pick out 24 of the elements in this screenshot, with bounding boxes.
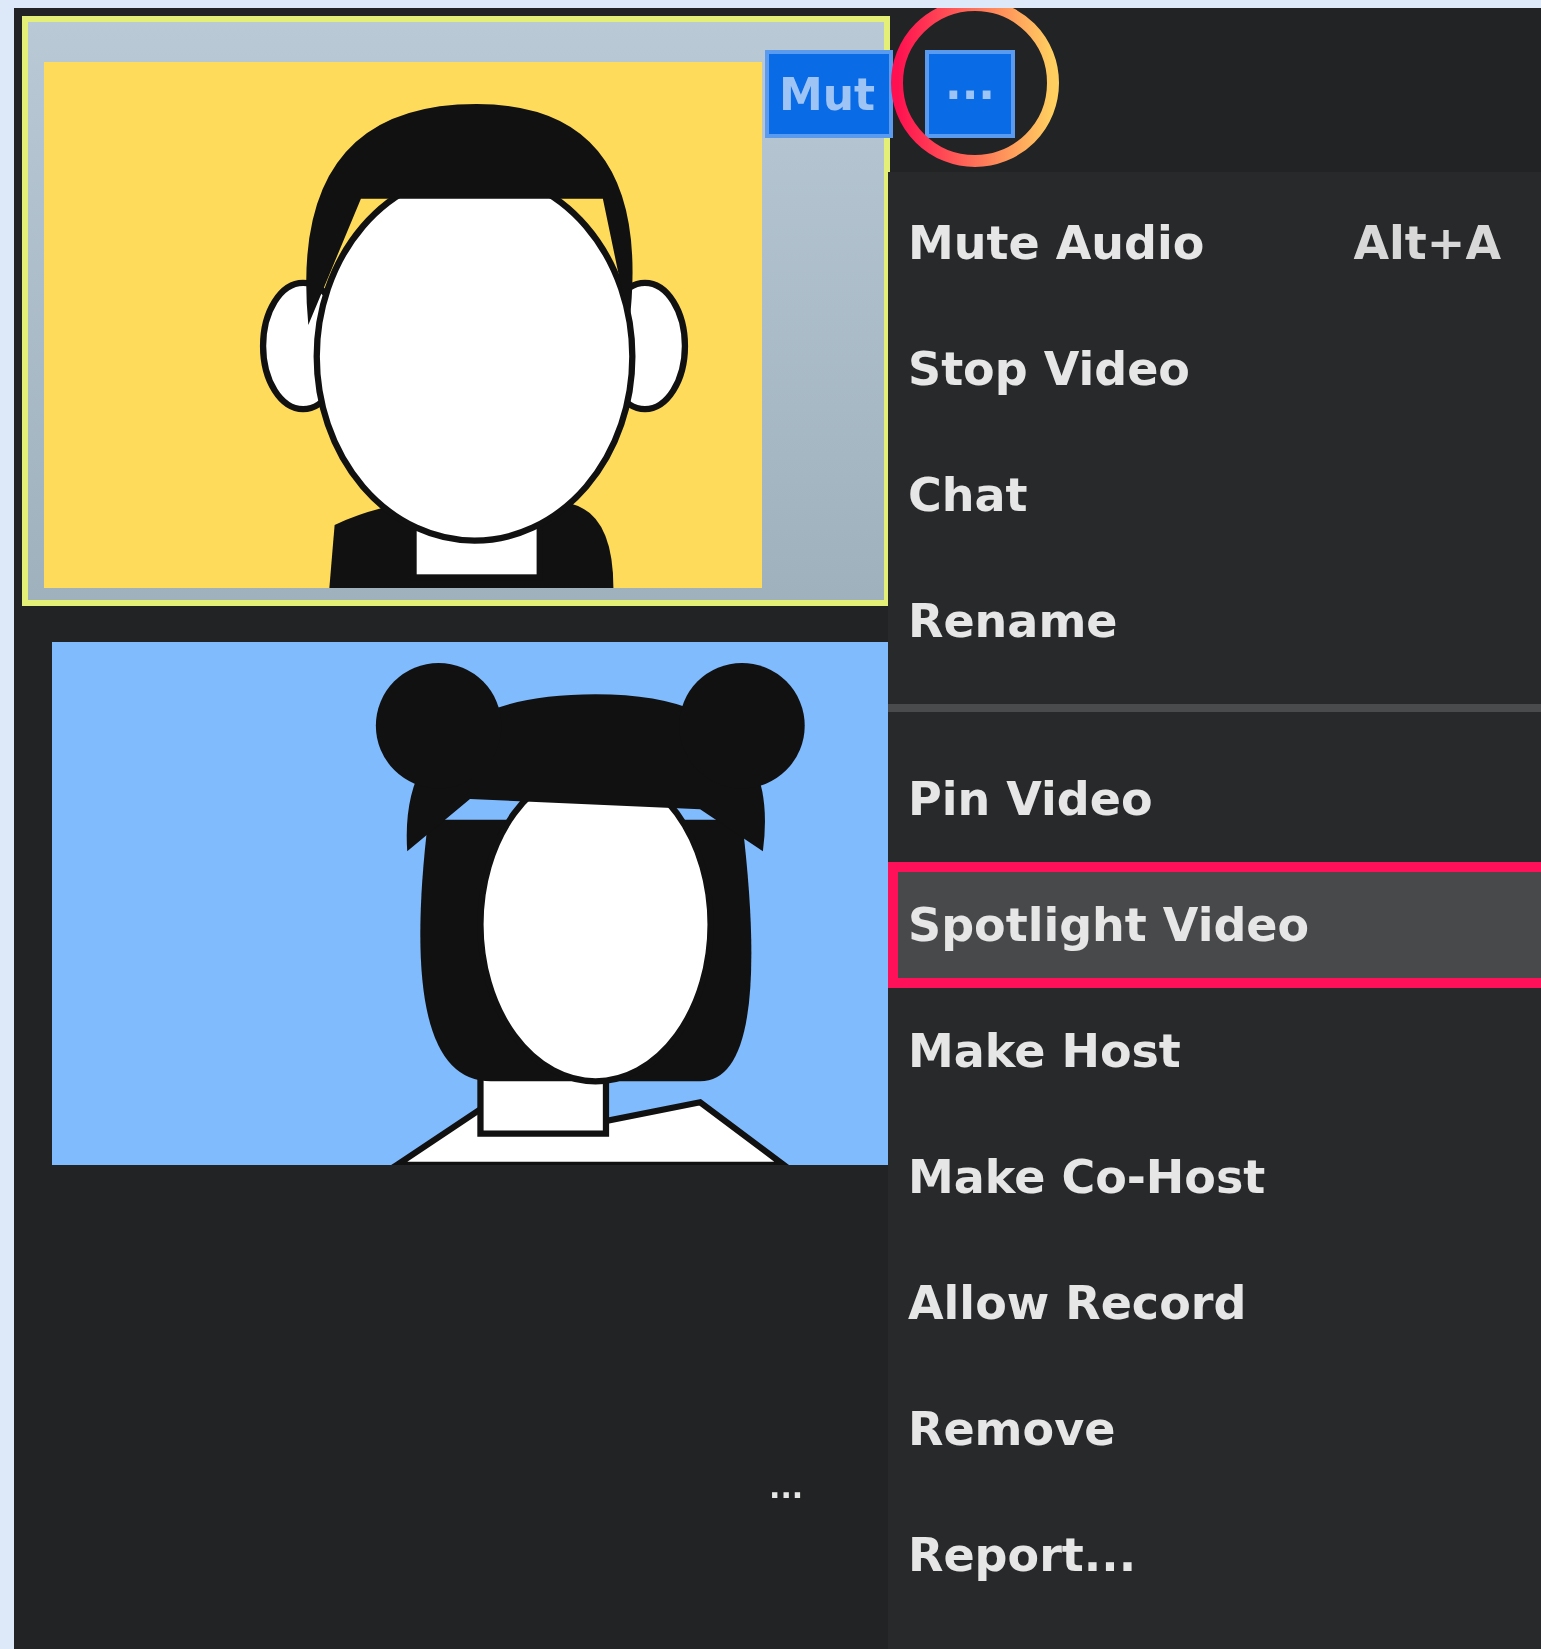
menu-item[interactable]: Mute Audio Alt+A — [888, 180, 1541, 306]
menu-item-label: Allow Record — [908, 1276, 1247, 1330]
more-label[interactable]: ··· — [769, 1478, 804, 1513]
menu-item[interactable]: Stop Video — [888, 306, 1541, 432]
menu-item[interactable]: Chat — [888, 432, 1541, 558]
menu-item-label: Mute Audio — [908, 216, 1205, 270]
shortcut-label: Alt+A — [1353, 216, 1501, 270]
menu-item-label: Chat — [908, 468, 1028, 522]
menu-item[interactable]: Rename — [888, 558, 1541, 684]
menu-item-label: Stop Video — [908, 342, 1190, 396]
menu-item-label: Spotlight Video — [908, 898, 1310, 952]
menu-item-label: Make Co-Host — [908, 1150, 1266, 1204]
menu-item[interactable]: Make Host — [888, 988, 1541, 1114]
menu-item-label: Make Host — [908, 1024, 1181, 1078]
menu-item[interactable]: Make Co-Host — [888, 1114, 1541, 1240]
menu-item[interactable]: Pin Video — [888, 736, 1541, 862]
menu-item[interactable]: Report... — [888, 1492, 1541, 1618]
menu-item[interactable]: Allow Record — [888, 1240, 1541, 1366]
menu-item[interactable]: Spotlight Video — [888, 862, 1541, 988]
menu-item-label: Remove — [908, 1402, 1116, 1456]
menu-item-label: Report... — [908, 1528, 1137, 1582]
menu-item-label: Pin Video — [908, 772, 1153, 826]
menu-item[interactable]: Remove — [888, 1366, 1541, 1492]
menu-item-label: Rename — [908, 594, 1118, 648]
